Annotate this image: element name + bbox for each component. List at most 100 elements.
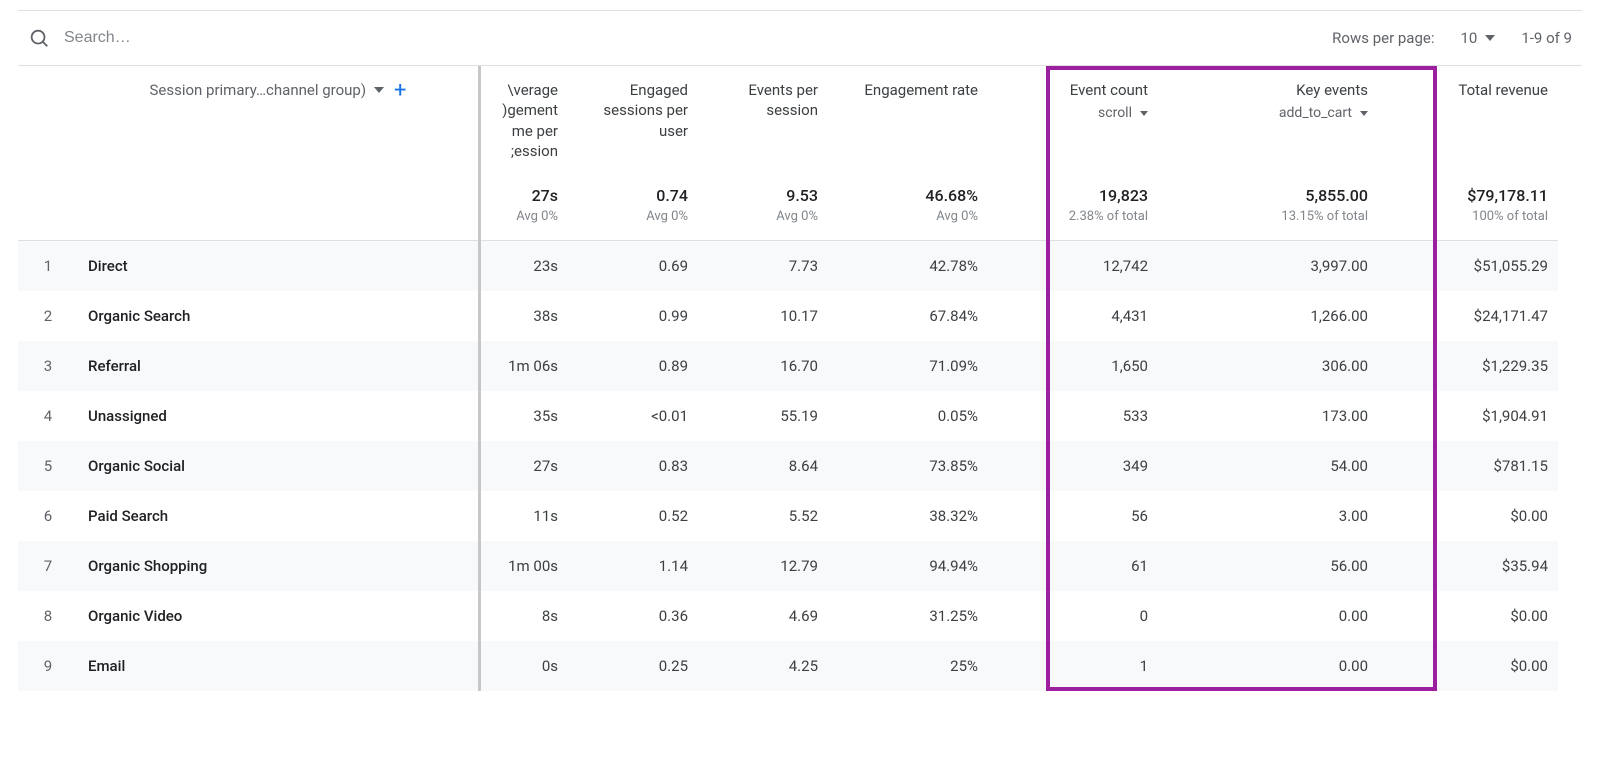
row-c6: 73.85%: [828, 441, 988, 491]
dimension-selector[interactable]: Session primary…channel group): [149, 80, 384, 100]
row-channel-name[interactable]: Paid Search: [78, 491, 478, 541]
column-event-count-filter[interactable]: scroll: [1098, 104, 1148, 123]
row-channel-name[interactable]: Organic Shopping: [78, 541, 478, 591]
row-c3: 8s: [478, 591, 568, 641]
row-index: 9: [18, 641, 78, 691]
row-c9: $1,904.91: [1378, 391, 1558, 441]
row-c7: 533: [988, 391, 1158, 441]
row-c5: 4.25: [698, 641, 828, 691]
rows-per-page-select[interactable]: 10: [1460, 29, 1495, 47]
search-icon: [28, 27, 50, 49]
row-c5: 10.17: [698, 291, 828, 341]
column-key-events-label: Key events: [1296, 80, 1368, 100]
row-c8: 0.00: [1158, 591, 1378, 641]
row-c3: 1m 06s: [478, 341, 568, 391]
row-c6: 25%: [828, 641, 988, 691]
row-c3: 1m 00s: [478, 541, 568, 591]
row-index: 3: [18, 341, 78, 391]
row-c9: $51,055.29: [1378, 241, 1558, 291]
caret-down-icon: [1485, 35, 1495, 41]
row-c4: 1.14: [568, 541, 698, 591]
search-input[interactable]: [64, 29, 364, 47]
summary-c5: 9.53Avg 0%: [698, 176, 828, 241]
column-event-count-label: Event count: [1070, 80, 1148, 100]
row-c9: $0.00: [1378, 591, 1558, 641]
row-c7: 56: [988, 491, 1158, 541]
row-c6: 42.78%: [828, 241, 988, 291]
row-index: 1: [18, 241, 78, 291]
row-index: 5: [18, 441, 78, 491]
row-channel-name[interactable]: Organic Video: [78, 591, 478, 641]
row-c9: $24,171.47: [1378, 291, 1558, 341]
dimension-header: Session primary…channel group) +: [78, 66, 478, 176]
row-index: 4: [18, 391, 78, 441]
row-channel-name[interactable]: Unassigned: [78, 391, 478, 441]
row-c8: 306.00: [1158, 341, 1378, 391]
row-c9: $0.00: [1378, 491, 1558, 541]
row-channel-name[interactable]: Organic Social: [78, 441, 478, 491]
row-c8: 54.00: [1158, 441, 1378, 491]
add-dimension-button[interactable]: +: [394, 80, 406, 102]
column-engagement-rate-label: Engagement rate: [864, 80, 978, 100]
row-c8: 3.00: [1158, 491, 1378, 541]
row-c3: 0s: [478, 641, 568, 691]
row-c9: $0.00: [1378, 641, 1558, 691]
row-c5: 4.69: [698, 591, 828, 641]
column-events-per-session-label: Events per session: [708, 80, 818, 121]
header-index: [18, 66, 78, 176]
column-total-revenue-label: Total revenue: [1458, 80, 1548, 100]
summary-c7: 19,8232.38% of total: [988, 176, 1158, 241]
row-c6: 71.09%: [828, 341, 988, 391]
toolbar: Rows per page: 10 1-9 of 9: [18, 10, 1582, 66]
row-c3: 11s: [478, 491, 568, 541]
row-c7: 349: [988, 441, 1158, 491]
summary-c4: 0.74Avg 0%: [568, 176, 698, 241]
row-c6: 94.94%: [828, 541, 988, 591]
caret-down-icon: [374, 87, 384, 93]
summary-c6: 46.68%Avg 0%: [828, 176, 988, 241]
row-c5: 12.79: [698, 541, 828, 591]
row-c8: 3,997.00: [1158, 241, 1378, 291]
column-key-events-filter[interactable]: add_to_cart: [1279, 104, 1368, 123]
row-c6: 38.32%: [828, 491, 988, 541]
row-channel-name[interactable]: Referral: [78, 341, 478, 391]
row-index: 6: [18, 491, 78, 541]
row-c9: $1,229.35: [1378, 341, 1558, 391]
column-events-per-session[interactable]: Events per session: [698, 66, 828, 176]
row-c3: 38s: [478, 291, 568, 341]
row-c4: 0.69: [568, 241, 698, 291]
row-c7: 1,650: [988, 341, 1158, 391]
row-channel-name[interactable]: Email: [78, 641, 478, 691]
column-divider: [478, 66, 481, 691]
column-total-revenue[interactable]: Total revenue: [1378, 66, 1558, 176]
row-c3: 27s: [478, 441, 568, 491]
column-engaged-sessions-per-user-label: Engaged sessions per user: [578, 80, 688, 141]
row-c4: 0.89: [568, 341, 698, 391]
column-engagement-rate[interactable]: Engagement rate: [828, 66, 988, 176]
row-index: 8: [18, 591, 78, 641]
row-c7: 4,431: [988, 291, 1158, 341]
row-c6: 67.84%: [828, 291, 988, 341]
column-engaged-sessions-per-user[interactable]: Engaged sessions per user: [568, 66, 698, 176]
row-c8: 1,266.00: [1158, 291, 1378, 341]
rows-per-page-label: Rows per page:: [1332, 29, 1434, 47]
summary-name: [78, 176, 478, 241]
row-c8: 173.00: [1158, 391, 1378, 441]
dimension-label: Session primary…channel group): [149, 80, 366, 100]
row-channel-name[interactable]: Direct: [78, 241, 478, 291]
row-index: 7: [18, 541, 78, 591]
caret-down-icon: [1140, 111, 1148, 116]
row-index: 2: [18, 291, 78, 341]
column-avg-engagement-time[interactable]: \verage )gement me per ;ession: [478, 66, 568, 176]
summary-c9: $79,178.11100% of total: [1378, 176, 1558, 241]
pagination-range: 1-9 of 9: [1521, 29, 1572, 47]
row-c5: 55.19: [698, 391, 828, 441]
summary-index: [18, 176, 78, 241]
caret-down-icon: [1360, 111, 1368, 116]
row-c7: 61: [988, 541, 1158, 591]
row-c4: 0.36: [568, 591, 698, 641]
row-c7: 1: [988, 641, 1158, 691]
row-c8: 0.00: [1158, 641, 1378, 691]
row-channel-name[interactable]: Organic Search: [78, 291, 478, 341]
row-c6: 0.05%: [828, 391, 988, 441]
